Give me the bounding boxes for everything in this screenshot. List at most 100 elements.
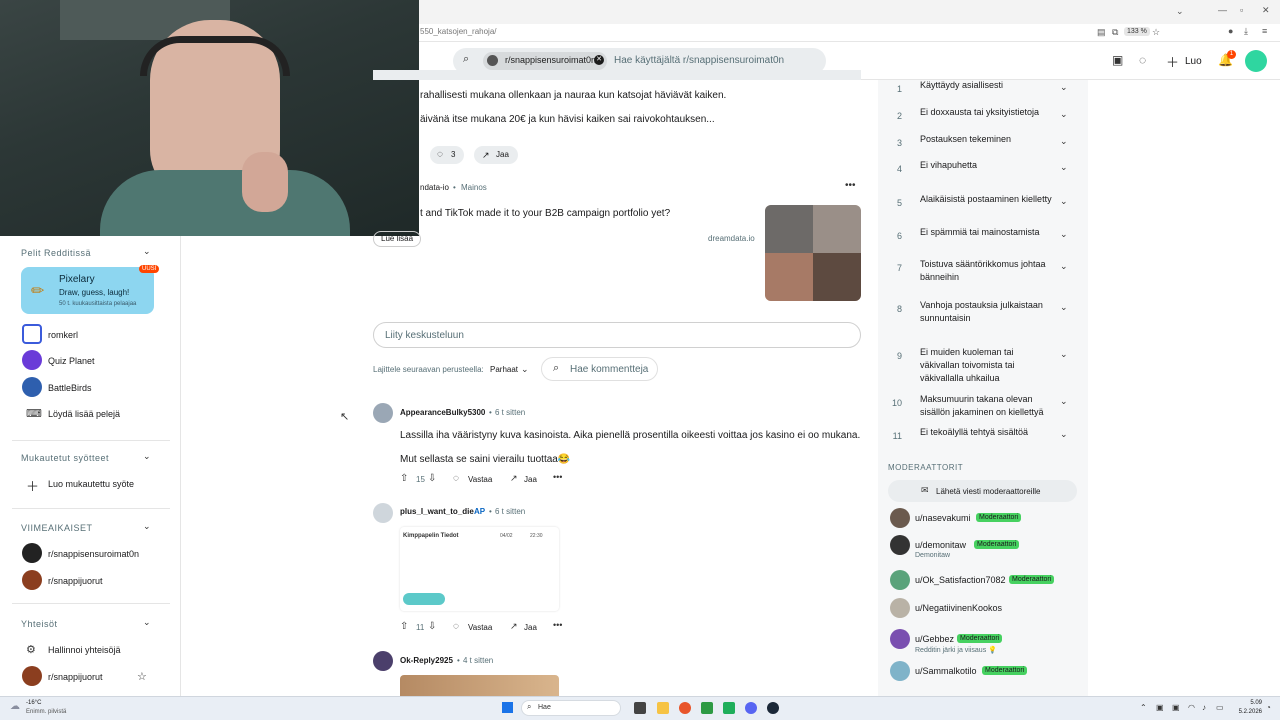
tray-chevron-icon[interactable]: ⌃	[1140, 703, 1147, 712]
games-section-title[interactable]: Pelit Redditissä	[21, 248, 91, 258]
extensions-icon[interactable]: ⤓	[1244, 26, 1248, 37]
recent-title[interactable]: VIIMEAIKAISET	[21, 523, 93, 533]
comment-share-button[interactable]: Jaa	[524, 475, 537, 484]
battery-icon[interactable]: ▭	[1216, 703, 1224, 712]
rule-text[interactable]: Ei spämmiä tai mainostamista	[920, 226, 1052, 239]
clear-scope-icon[interactable]: ✕	[594, 55, 604, 65]
rule-text[interactable]: Ei muiden kuoleman tai väkivallan toivom…	[920, 346, 1052, 385]
game-item-battlebirds[interactable]: BattleBirds	[48, 383, 92, 393]
create-plus-icon[interactable]: ＋	[1166, 52, 1179, 71]
custom-feeds-chevron-icon[interactable]: ⌄	[143, 451, 151, 462]
downvote-icon[interactable]: ⇩	[428, 621, 436, 632]
moderator-avatar[interactable]	[890, 508, 910, 528]
comment-author[interactable]: plus_I_want_to_die	[400, 507, 474, 516]
comment-image[interactable]: Kimppapelin Tiedot 04/02 22:30	[400, 527, 559, 611]
bookmark-star-icon[interactable]: ☆	[1152, 27, 1160, 38]
weather-temp[interactable]: -16°C	[26, 700, 41, 706]
share-button[interactable]: ↗ Jaa	[474, 146, 518, 164]
firefox-icon[interactable]	[679, 702, 691, 714]
close-window-icon[interactable]: ✕	[1262, 5, 1270, 16]
url-text[interactable]: 550_katsojen_rahoja/	[420, 27, 497, 36]
moderator-avatar[interactable]	[890, 535, 910, 555]
chat-icon[interactable]: ◌	[1139, 53, 1146, 67]
rule-chevron-icon[interactable]: ⌄	[1060, 82, 1068, 93]
moderator-name[interactable]: u/nasevakumi	[915, 513, 971, 523]
wifi-icon[interactable]: ◠	[1188, 703, 1195, 712]
taskbar-search-box[interactable]	[521, 700, 621, 716]
communities-title[interactable]: Yhteisöt	[21, 619, 58, 629]
create-button[interactable]: Luo	[1185, 56, 1202, 67]
rule-chevron-icon[interactable]: ⌄	[1060, 109, 1068, 120]
moderator-avatar[interactable]	[890, 661, 910, 681]
game-item-quiz-planet[interactable]: Quiz Planet	[48, 356, 95, 366]
ad-domain[interactable]: dreamdata.io	[708, 234, 755, 243]
steam-icon[interactable]	[767, 702, 779, 714]
rule-text[interactable]: Postauksen tekeminen	[920, 133, 1052, 146]
moderator-name[interactable]: u/Gebbez	[915, 634, 954, 644]
notification-center-icon[interactable]: ◔	[1266, 703, 1271, 712]
clock-date[interactable]: 5.2.2026	[1232, 709, 1262, 715]
weather-icon[interactable]: ☁	[10, 701, 20, 712]
rule-text[interactable]: Ei tekoälyllä tehtyä sisältöä	[920, 426, 1052, 439]
communities-chevron-icon[interactable]: ⌄	[143, 617, 151, 628]
comment-image[interactable]	[400, 675, 559, 696]
rule-text[interactable]: Maksumuurin takana olevan sisällön jakam…	[920, 393, 1052, 419]
upvote-icon[interactable]: ⇧	[400, 621, 408, 632]
app-icon[interactable]	[723, 702, 735, 714]
find-more-games-link[interactable]: Löydä lisää pelejä	[48, 409, 120, 419]
task-view-icon[interactable]	[634, 702, 646, 714]
menu-icon[interactable]: ≡	[1262, 26, 1267, 36]
rule-chevron-icon[interactable]: ⌄	[1060, 302, 1068, 313]
moderator-name[interactable]: u/Sammalkotilo	[915, 666, 977, 676]
games-chevron-icon[interactable]: ⌄	[143, 246, 151, 257]
search-placeholder[interactable]: Hae käyttäjältä r/snappisensuroimat0n	[614, 55, 784, 66]
moderator-avatar[interactable]	[890, 570, 910, 590]
ad-text[interactable]: t and TikTok made it to your B2B campaig…	[420, 208, 670, 219]
moderator-name[interactable]: u/Ok_Satisfaction7082	[915, 575, 1006, 585]
more-options-icon[interactable]: •••	[845, 180, 856, 191]
community-item-snappijuorut[interactable]: r/snappijuorut	[48, 672, 103, 682]
more-options-icon[interactable]: •••	[553, 472, 562, 482]
tray-app-icon[interactable]: ▣	[1156, 703, 1164, 712]
comment-author[interactable]: AppearanceBulky5300	[400, 408, 485, 417]
rule-chevron-icon[interactable]: ⌄	[1060, 429, 1068, 440]
recent-item-snappijuorut[interactable]: r/snappijuorut	[48, 576, 103, 586]
ad-advertiser[interactable]: ndata-io	[420, 183, 449, 192]
rule-text[interactable]: Vanhoja postauksia julkaistaan sunnuntai…	[920, 299, 1052, 325]
rule-chevron-icon[interactable]: ⌄	[1060, 349, 1068, 360]
more-options-icon[interactable]: •••	[553, 620, 562, 630]
advertise-icon[interactable]: ▣	[1112, 53, 1123, 67]
rule-text[interactable]: Käyttäydy asiallisesti	[920, 79, 1052, 92]
zoom-level[interactable]: 133 %	[1124, 27, 1150, 36]
discord-icon[interactable]	[745, 702, 757, 714]
comments-button[interactable]: ◌ 3	[430, 146, 464, 164]
screenshot-icon[interactable]: ⧉	[1112, 27, 1118, 38]
moderator-avatar[interactable]	[890, 629, 910, 649]
rule-chevron-icon[interactable]: ⌄	[1060, 261, 1068, 272]
rule-text[interactable]: Alaikäisistä postaaminen kielletty	[920, 193, 1052, 206]
comment-share-button[interactable]: Jaa	[524, 623, 537, 632]
file-explorer-icon[interactable]	[657, 702, 669, 714]
tab-list-chevron-icon[interactable]: ⌄	[1176, 6, 1184, 17]
comment-author[interactable]: Ok-Reply2925	[400, 656, 453, 665]
recent-item-snappisensuroimat0n[interactable]: r/snappisensuroimat0n	[48, 549, 139, 559]
rule-text[interactable]: Ei vihapuhetta	[920, 159, 1052, 172]
volume-icon[interactable]: ♪	[1202, 703, 1206, 712]
upvote-icon[interactable]: ⇧	[400, 473, 408, 484]
recent-chevron-icon[interactable]: ⌄	[143, 521, 151, 532]
user-avatar[interactable]	[1245, 50, 1267, 72]
rule-chevron-icon[interactable]: ⌄	[1060, 136, 1068, 147]
custom-feeds-title[interactable]: Mukautetut syötteet	[21, 453, 109, 463]
commenter-avatar[interactable]	[373, 651, 393, 671]
downvote-icon[interactable]: ⇩	[428, 473, 436, 484]
read-more-button[interactable]: Lue lisää	[373, 231, 422, 247]
moderator-name[interactable]: u/demonitaw	[915, 540, 966, 550]
maximize-icon[interactable]: ▫	[1240, 5, 1243, 15]
rule-text[interactable]: Ei doxxausta tai yksityistietoja	[920, 106, 1052, 119]
rule-chevron-icon[interactable]: ⌄	[1060, 196, 1068, 207]
reply-button[interactable]: Vastaa	[468, 623, 492, 632]
reader-icon[interactable]: ▤	[1097, 27, 1106, 38]
tray-app-icon[interactable]: ▣	[1172, 703, 1180, 712]
start-windows-icon[interactable]	[502, 702, 513, 713]
terminal-icon[interactable]	[701, 702, 713, 714]
